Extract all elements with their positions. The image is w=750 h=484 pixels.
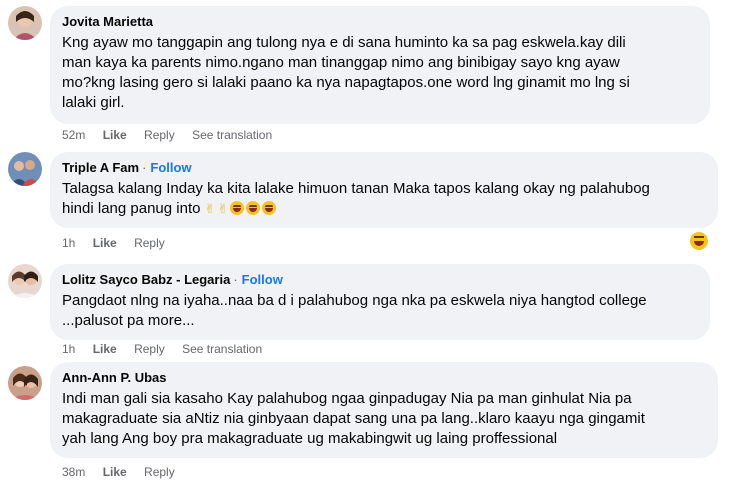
comment-author[interactable]: Triple A Fam · Follow — [62, 159, 706, 176]
comment-text: Indi man gali sia kasaho Kay palahubog n… — [62, 390, 645, 447]
reply-button[interactable]: Reply — [134, 342, 165, 356]
comment-actions: 52m Like Reply See translation — [62, 127, 286, 143]
follow-button[interactable]: Follow — [242, 272, 283, 287]
comment-text: Kng ayaw mo tanggapin ang tulong nya e d… — [62, 34, 630, 111]
avatar[interactable] — [8, 366, 42, 400]
like-button[interactable]: Like — [93, 342, 117, 356]
victory-hand-icon: ✌ — [204, 201, 216, 216]
reply-button[interactable]: Reply — [134, 236, 165, 250]
like-button[interactable]: Like — [103, 465, 127, 479]
laughing-emoji-icon — [246, 201, 261, 215]
comment-author[interactable]: Jovita Marietta — [62, 13, 698, 30]
comment-bubble: Jovita Marietta Kng ayaw mo tanggapin an… — [50, 6, 710, 124]
comment-text: Talagsa kalang Inday ka kita lalake himu… — [62, 180, 650, 217]
comment-actions: 1h Like Reply — [62, 235, 179, 251]
timestamp[interactable]: 38m — [62, 465, 85, 479]
laughing-emoji-icon — [230, 201, 245, 215]
comment-actions: 38m Like Reply — [62, 464, 189, 480]
timestamp[interactable]: 1h — [62, 236, 75, 250]
avatar[interactable] — [8, 6, 42, 40]
timestamp[interactable]: 1h — [62, 342, 75, 356]
comment-bubble: Triple A Fam · Follow Talagsa kalang Inday… — [50, 152, 718, 228]
follow-button[interactable]: Follow — [150, 160, 191, 175]
reply-button[interactable]: Reply — [144, 465, 175, 479]
laughing-emoji-icon — [262, 201, 277, 215]
author-name[interactable]: Triple A Fam — [62, 160, 139, 175]
comment-bubble: Lolitz Sayco Babz - Legaria · Follow Pangd… — [50, 264, 710, 340]
see-translation-link[interactable]: See translation — [192, 128, 272, 142]
like-button[interactable]: Like — [103, 128, 127, 142]
comment-author[interactable]: Lolitz Sayco Babz - Legaria · Follow — [62, 271, 698, 288]
comment-actions: 1h Like Reply See translation — [62, 341, 276, 357]
comment-text: Pangdaot nlng na iyaha..naa ba d i palah… — [62, 292, 647, 329]
reply-button[interactable]: Reply — [144, 128, 175, 142]
reaction-laughing-icon[interactable] — [690, 232, 708, 250]
like-button[interactable]: Like — [93, 236, 117, 250]
avatar[interactable] — [8, 152, 42, 186]
victory-hand-icon: ✌ — [217, 201, 229, 216]
author-name[interactable]: Jovita Marietta — [62, 14, 153, 29]
comment-bubble: Ann-Ann P. Ubas Indi man gali sia kasaho… — [50, 362, 718, 458]
author-name[interactable]: Lolitz Sayco Babz - Legaria — [62, 272, 230, 287]
comment-author[interactable]: Ann-Ann P. Ubas — [62, 369, 706, 386]
author-name[interactable]: Ann-Ann P. Ubas — [62, 370, 167, 385]
see-translation-link[interactable]: See translation — [182, 342, 262, 356]
avatar[interactable] — [8, 264, 42, 298]
timestamp[interactable]: 52m — [62, 128, 85, 142]
